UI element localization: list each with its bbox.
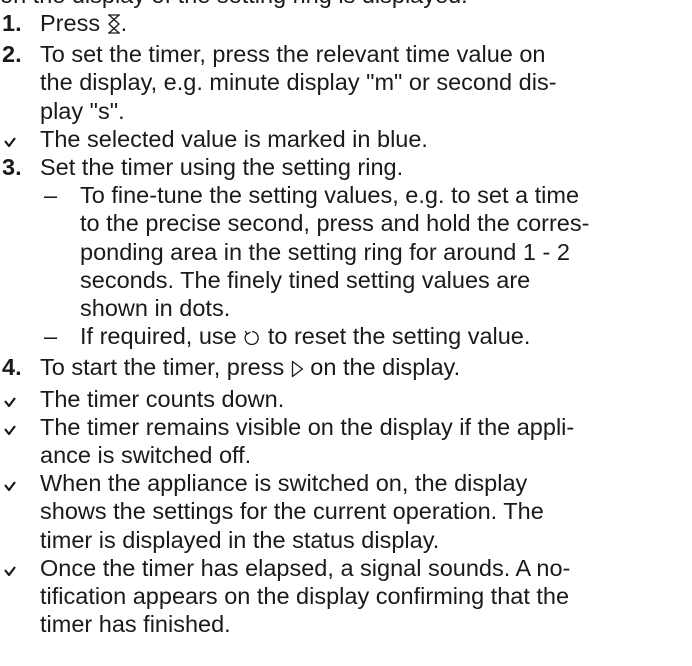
result-text-line: timer is displayed in the status display… bbox=[40, 526, 440, 553]
instruction-document: on the display of the setting ring is di… bbox=[0, 0, 682, 638]
result-5: Once the timer has elapsed, a signal sou… bbox=[0, 554, 682, 639]
step-text-line: To set the timer, press the relevant tim… bbox=[40, 41, 546, 68]
result-text-line: ance is switched off. bbox=[40, 442, 252, 469]
result-text-line: Once the timer has elapsed, a signal sou… bbox=[40, 554, 571, 581]
substep-text-line: shown in dots. bbox=[80, 295, 231, 322]
substep-1: – To fine-tune the setting values, e.g. … bbox=[0, 181, 682, 322]
step-2: 2. To set the timer, press the relevant … bbox=[0, 40, 682, 125]
step-text-end: on the display. bbox=[303, 354, 461, 381]
substep-text-line: To fine-tune the setting values, e.g. to… bbox=[80, 182, 580, 209]
checkmark-icon bbox=[3, 469, 17, 497]
step-text-line: the display, e.g. minute display "m" or … bbox=[40, 69, 557, 96]
result-text-line: When the appliance is switched on, the d… bbox=[40, 470, 528, 497]
dash-bullet: – bbox=[44, 182, 58, 209]
result-3: The timer remains visible on the display… bbox=[0, 413, 682, 469]
result-text-line: The timer remains visible on the display… bbox=[40, 413, 575, 440]
result-1: The selected value is marked in blue. bbox=[0, 125, 682, 153]
step-text-line: play "s". bbox=[40, 97, 125, 124]
step-text: To start the timer, press bbox=[40, 354, 291, 381]
substep-text-line: seconds. The finely tined setting values… bbox=[80, 266, 531, 293]
substep-text-end: to reset the setting value. bbox=[261, 323, 531, 350]
play-icon bbox=[291, 356, 304, 384]
result-text: The selected value is marked in blue. bbox=[40, 125, 428, 152]
step-text: Press bbox=[40, 10, 107, 36]
step-4: 4. To start the timer, press on the disp… bbox=[0, 353, 682, 384]
step-number: 2. bbox=[2, 41, 22, 68]
checkmark-icon bbox=[3, 554, 17, 582]
step-text-end: . bbox=[120, 10, 128, 36]
step-number: 4. bbox=[2, 354, 22, 381]
checkmark-icon bbox=[3, 385, 17, 413]
substep-text-line: to the precise second, press and hold th… bbox=[80, 210, 590, 237]
result-text-line: tification appears on the display confir… bbox=[40, 583, 570, 610]
result-text-line: timer has finished. bbox=[40, 611, 231, 638]
hourglass-icon bbox=[107, 12, 121, 40]
step-text: Set the timer using the setting ring. bbox=[40, 154, 404, 181]
result-4: When the appliance is switched on, the d… bbox=[0, 469, 682, 554]
step-1: 1. Press . bbox=[0, 9, 682, 40]
checkmark-icon bbox=[3, 125, 17, 153]
step-number: 3. bbox=[2, 154, 22, 181]
result-2: The timer counts down. bbox=[0, 385, 682, 413]
partial-top-line: on the display of the setting ring is di… bbox=[0, 0, 682, 9]
substep-2: – If required, use to reset the setting … bbox=[0, 322, 682, 353]
result-text: The timer counts down. bbox=[40, 385, 285, 412]
result-text-line: shows the settings for the current opera… bbox=[40, 498, 544, 525]
step-number: 1. bbox=[2, 10, 22, 36]
substep-text-line: ponding area in the setting ring for aro… bbox=[80, 238, 570, 265]
reset-icon bbox=[243, 325, 261, 353]
step-3: 3. Set the timer using the setting ring. bbox=[0, 153, 682, 181]
substep-text: If required, use bbox=[80, 323, 244, 350]
dash-bullet: – bbox=[44, 323, 58, 350]
checkmark-icon bbox=[3, 413, 17, 441]
